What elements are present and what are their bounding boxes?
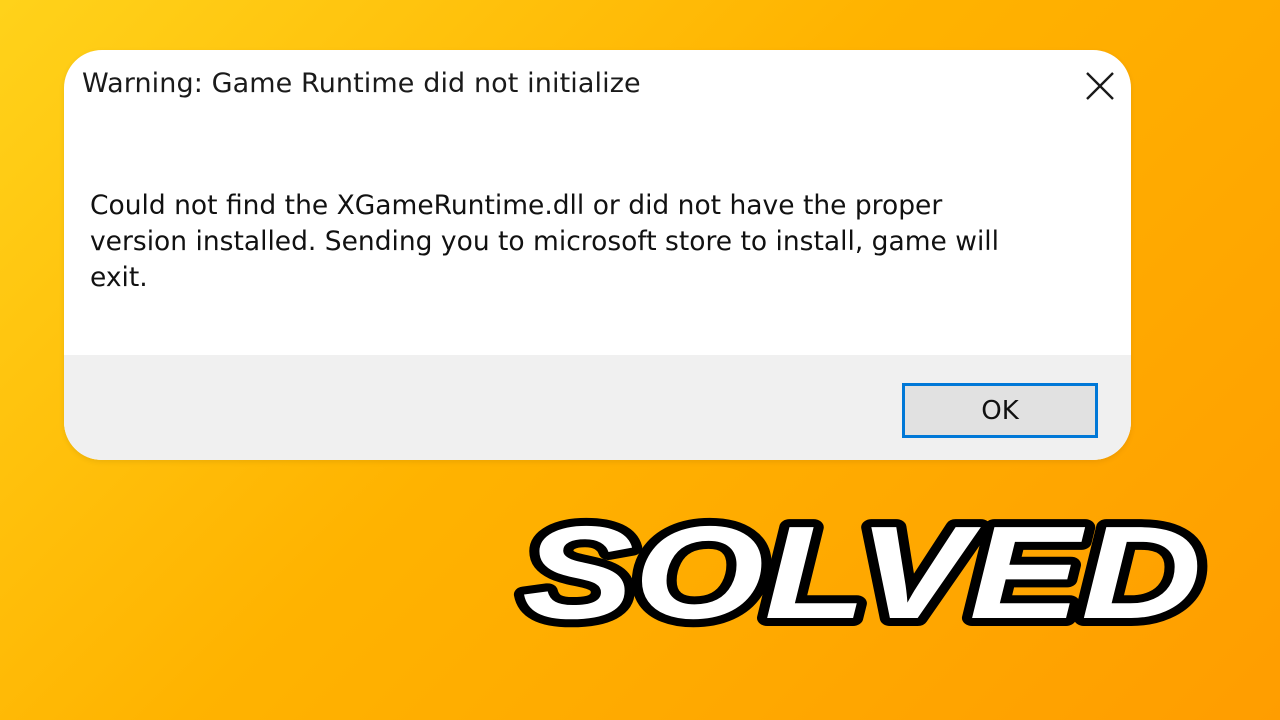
close-button[interactable] [1080, 66, 1120, 106]
close-x-icon [1086, 72, 1114, 100]
dialog-message: Could not find the XGameRuntime.dll or d… [90, 190, 1000, 293]
dialog-title: Warning: Game Runtime did not initialize [82, 68, 641, 99]
solved-headline: SOLVED [514, 491, 1210, 654]
warning-dialog: Warning: Game Runtime did not initialize… [64, 50, 1131, 460]
dialog-footer: OK [64, 355, 1131, 460]
solved-text: SOLVED [522, 499, 1202, 646]
ok-button[interactable]: OK [902, 383, 1098, 438]
